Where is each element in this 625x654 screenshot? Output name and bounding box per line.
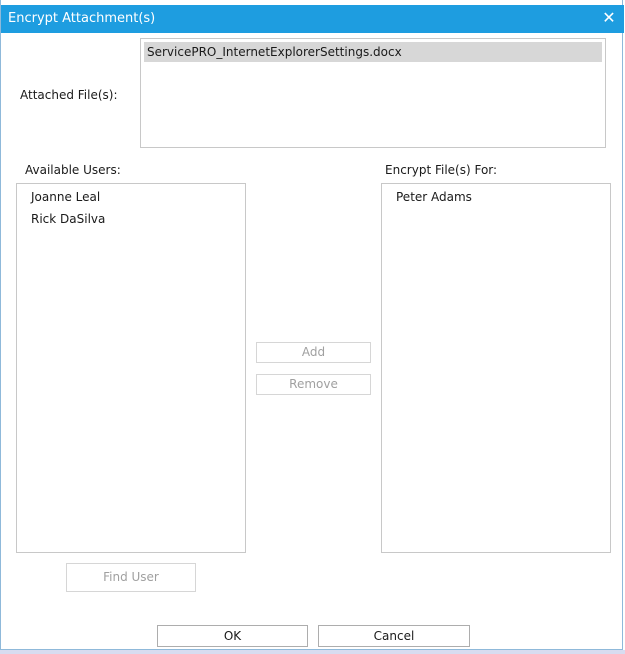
list-item-joanne-leal[interactable]: Joanne Leal <box>17 186 245 208</box>
remove-button[interactable]: Remove <box>256 374 371 395</box>
encrypt-for-list[interactable]: Peter Adams <box>381 183 611 553</box>
title-bar: Encrypt Attachment(s) ✕ <box>1 5 624 33</box>
available-users-label: Available Users: <box>25 163 121 177</box>
attached-file-item[interactable]: ServicePRO_InternetExplorerSettings.docx <box>144 42 602 62</box>
dialog-title: Encrypt Attachment(s) <box>8 11 156 26</box>
attached-files-label: Attached File(s): <box>20 88 118 102</box>
ok-button[interactable]: OK <box>157 625 308 647</box>
window-bottom-edge <box>0 650 625 654</box>
find-user-button[interactable]: Find User <box>66 563 196 592</box>
cancel-button[interactable]: Cancel <box>318 625 470 647</box>
list-item-peter-adams[interactable]: Peter Adams <box>382 186 610 208</box>
add-button[interactable]: Add <box>256 342 371 363</box>
attached-files-list[interactable]: ServicePRO_InternetExplorerSettings.docx <box>140 38 606 148</box>
list-item-rick-dasilva[interactable]: Rick DaSilva <box>17 208 245 230</box>
close-icon[interactable]: ✕ <box>600 8 618 28</box>
encrypt-attachments-dialog: Encrypt Attachment(s) ✕ Attached File(s)… <box>0 0 624 650</box>
available-users-list[interactable]: Joanne Leal Rick DaSilva <box>16 183 246 553</box>
encrypt-for-label: Encrypt File(s) For: <box>385 163 498 177</box>
